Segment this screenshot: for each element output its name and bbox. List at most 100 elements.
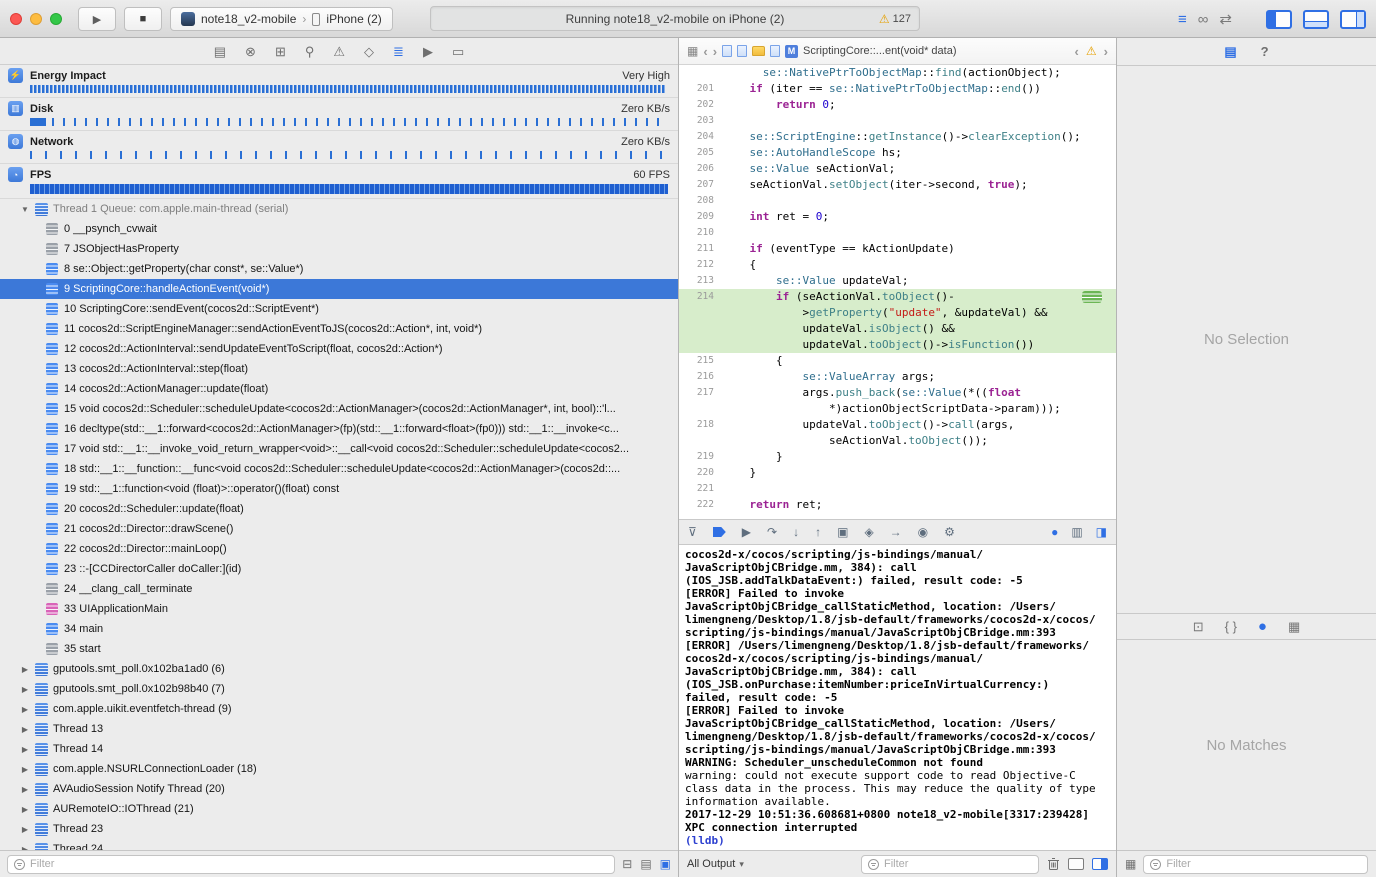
stack-frame[interactable]: 11 cocos2d::ScriptEngineManager::sendAct… bbox=[0, 319, 678, 339]
disclosure-closed-icon[interactable]: ▶ bbox=[20, 745, 30, 754]
line-number[interactable]: 206 bbox=[679, 161, 723, 177]
line-number[interactable] bbox=[679, 305, 723, 321]
code-line[interactable]: 215 { bbox=[679, 353, 1116, 369]
toggle-inspector-button[interactable] bbox=[1340, 9, 1366, 29]
file-icon[interactable] bbox=[770, 45, 781, 57]
zoom-window-button[interactable] bbox=[50, 13, 62, 25]
stack-frame[interactable]: 9 ScriptingCore::handleActionEvent(void*… bbox=[0, 279, 678, 299]
disclosure-closed-icon[interactable]: ▶ bbox=[20, 765, 30, 774]
stack-frame[interactable]: 10 ScriptingCore::sendEvent(cocos2d::Scr… bbox=[0, 299, 678, 319]
line-number[interactable] bbox=[679, 337, 723, 353]
line-number[interactable]: 220 bbox=[679, 465, 723, 481]
hide-debug-area-icon[interactable]: ⊽ bbox=[688, 526, 697, 538]
file-template-library-button[interactable]: ⊡ bbox=[1193, 620, 1204, 633]
media-library-button[interactable]: ▦ bbox=[1288, 620, 1300, 633]
line-number[interactable]: 204 bbox=[679, 129, 723, 145]
line-number[interactable]: 211 bbox=[679, 241, 723, 257]
code-line[interactable]: updateVal.toObject()->isFunction()) bbox=[679, 337, 1116, 353]
code-line[interactable]: 212 { bbox=[679, 257, 1116, 273]
line-number[interactable] bbox=[679, 65, 723, 81]
line-number[interactable]: 203 bbox=[679, 113, 723, 129]
forward-button[interactable]: › bbox=[713, 45, 717, 58]
stop-button[interactable]: ■ bbox=[124, 7, 162, 31]
stack-frame[interactable]: 18 std::__1::__function::__func<void coc… bbox=[0, 459, 678, 479]
line-number[interactable]: 215 bbox=[679, 353, 723, 369]
debug-memory-graph-icon[interactable]: ◈ bbox=[864, 526, 873, 538]
previous-issue-button[interactable]: ‹ bbox=[1075, 45, 1079, 58]
stack-frame[interactable]: 35 start bbox=[0, 639, 678, 659]
code-line[interactable]: 206 se::Value seActionVal; bbox=[679, 161, 1116, 177]
code-line[interactable]: 202 return 0; bbox=[679, 97, 1116, 113]
code-line[interactable]: 203 bbox=[679, 113, 1116, 129]
close-window-button[interactable] bbox=[10, 13, 22, 25]
find-navigator-icon[interactable]: ⚲ bbox=[305, 45, 315, 58]
process-app-icon[interactable]: ● bbox=[1051, 526, 1058, 538]
run-button[interactable]: ▶ bbox=[78, 7, 116, 31]
continue-execution-icon[interactable]: ▶ bbox=[742, 526, 751, 538]
line-number[interactable]: 202 bbox=[679, 97, 723, 113]
line-number[interactable]: 214 bbox=[679, 289, 723, 305]
stack-frame[interactable]: 24 __clang_call_terminate bbox=[0, 579, 678, 599]
disclosure-closed-icon[interactable]: ▶ bbox=[20, 825, 30, 834]
output-selector[interactable]: All Output ▾ bbox=[687, 858, 744, 870]
stack-frame[interactable]: 22 cocos2d::Director::mainLoop() bbox=[0, 539, 678, 559]
thread-row[interactable]: ▶ com.apple.uikit.eventfetch-thread (9) bbox=[0, 699, 678, 719]
code-line[interactable]: >getProperty("update", &updateVal) && bbox=[679, 305, 1116, 321]
quick-help-inspector-tab[interactable]: ? bbox=[1261, 45, 1269, 58]
code-line[interactable]: *)actionObjectScriptData->param))); bbox=[679, 401, 1116, 417]
show-console-view-button[interactable] bbox=[1092, 858, 1108, 870]
code-line[interactable]: 209 int ret = 0; bbox=[679, 209, 1116, 225]
stack-frame[interactable]: 14 cocos2d::ActionManager::update(float) bbox=[0, 379, 678, 399]
disclosure-closed-icon[interactable]: ▶ bbox=[20, 805, 30, 814]
code-line[interactable]: se::NativePtrToObjectMap::find(actionObj… bbox=[679, 65, 1116, 81]
file-icon[interactable] bbox=[737, 45, 748, 57]
toggle-navigator-button[interactable] bbox=[1266, 9, 1292, 29]
folder-icon[interactable] bbox=[752, 46, 766, 56]
line-number[interactable]: 209 bbox=[679, 209, 723, 225]
stack-frame[interactable]: 23 ::-[CCDirectorCaller doCaller:](id) bbox=[0, 559, 678, 579]
clear-console-button[interactable] bbox=[1047, 857, 1060, 871]
line-number[interactable] bbox=[679, 401, 723, 417]
code-line[interactable]: 210 bbox=[679, 225, 1116, 241]
thread-row[interactable]: ▶ gputools.smt_poll.0x102ba1ad0 (6) bbox=[0, 659, 678, 679]
line-number[interactable] bbox=[679, 321, 723, 337]
stack-frame[interactable]: 15 void cocos2d::Scheduler::scheduleUpda… bbox=[0, 399, 678, 419]
library-grid-button[interactable]: ▦ bbox=[1125, 858, 1136, 870]
debug-navigator-icon[interactable]: ≣ bbox=[393, 45, 404, 58]
stack-frame[interactable]: 8 se::Object::getProperty(char const*, s… bbox=[0, 259, 678, 279]
thread-row[interactable]: ▶ gputools.smt_poll.0x102b98b40 (7) bbox=[0, 679, 678, 699]
stack-frame[interactable]: 13 cocos2d::ActionInterval::step(float) bbox=[0, 359, 678, 379]
code-line[interactable]: updateVal.isObject() && bbox=[679, 321, 1116, 337]
code-line[interactable]: seActionVal.toObject()); bbox=[679, 433, 1116, 449]
debug-view-hierarchy-icon[interactable]: ▣ bbox=[837, 526, 848, 538]
step-out-icon[interactable]: ↑ bbox=[815, 526, 821, 538]
code-line[interactable]: 218 updateVal.toObject()->call(args, bbox=[679, 417, 1116, 433]
code-line[interactable]: 211 if (eventType == kActionUpdate) bbox=[679, 241, 1116, 257]
source-control-navigator-icon[interactable]: ⊗ bbox=[245, 45, 256, 58]
show-variables-view-button[interactable] bbox=[1068, 858, 1084, 870]
line-number[interactable]: 217 bbox=[679, 385, 723, 401]
stack-frame[interactable]: 19 std::__1::function<void (float)>::ope… bbox=[0, 479, 678, 499]
gauge-energy-impact[interactable]: ⚡ Energy Impact Very High bbox=[0, 65, 678, 98]
thread-row[interactable]: ▶ Thread 13 bbox=[0, 719, 678, 739]
standard-editor-button[interactable]: ≡ bbox=[1178, 12, 1187, 27]
line-number[interactable]: 208 bbox=[679, 193, 723, 209]
version-editor-button[interactable]: ⇄ bbox=[1219, 12, 1232, 27]
disclosure-closed-icon[interactable]: ▶ bbox=[20, 685, 30, 694]
stack-frame[interactable]: 21 cocos2d::Director::drawScene() bbox=[0, 519, 678, 539]
stack-frame[interactable]: 0 __psynch_cvwait bbox=[0, 219, 678, 239]
code-snippet-library-button[interactable]: { } bbox=[1225, 620, 1237, 633]
stack-frame[interactable]: 34 main bbox=[0, 619, 678, 639]
code-line[interactable]: 220 } bbox=[679, 465, 1116, 481]
capture-screenshot-icon[interactable]: ◉ bbox=[918, 526, 928, 538]
thread-row[interactable]: ▶ com.apple.NSURLConnectionLoader (18) bbox=[0, 759, 678, 779]
code-line[interactable]: 205 se::AutoHandleScope hs; bbox=[679, 145, 1116, 161]
code-line[interactable]: 219 } bbox=[679, 449, 1116, 465]
simulate-location-icon[interactable]: → bbox=[890, 526, 902, 538]
code-line[interactable]: 221 bbox=[679, 481, 1116, 497]
line-number[interactable]: 213 bbox=[679, 273, 723, 289]
step-into-icon[interactable]: ↓ bbox=[793, 526, 799, 538]
disclosure-closed-icon[interactable]: ▶ bbox=[20, 665, 30, 674]
cpu-report-icon[interactable]: ▥ bbox=[1071, 526, 1082, 538]
report-navigator-icon[interactable]: ▭ bbox=[452, 45, 464, 58]
